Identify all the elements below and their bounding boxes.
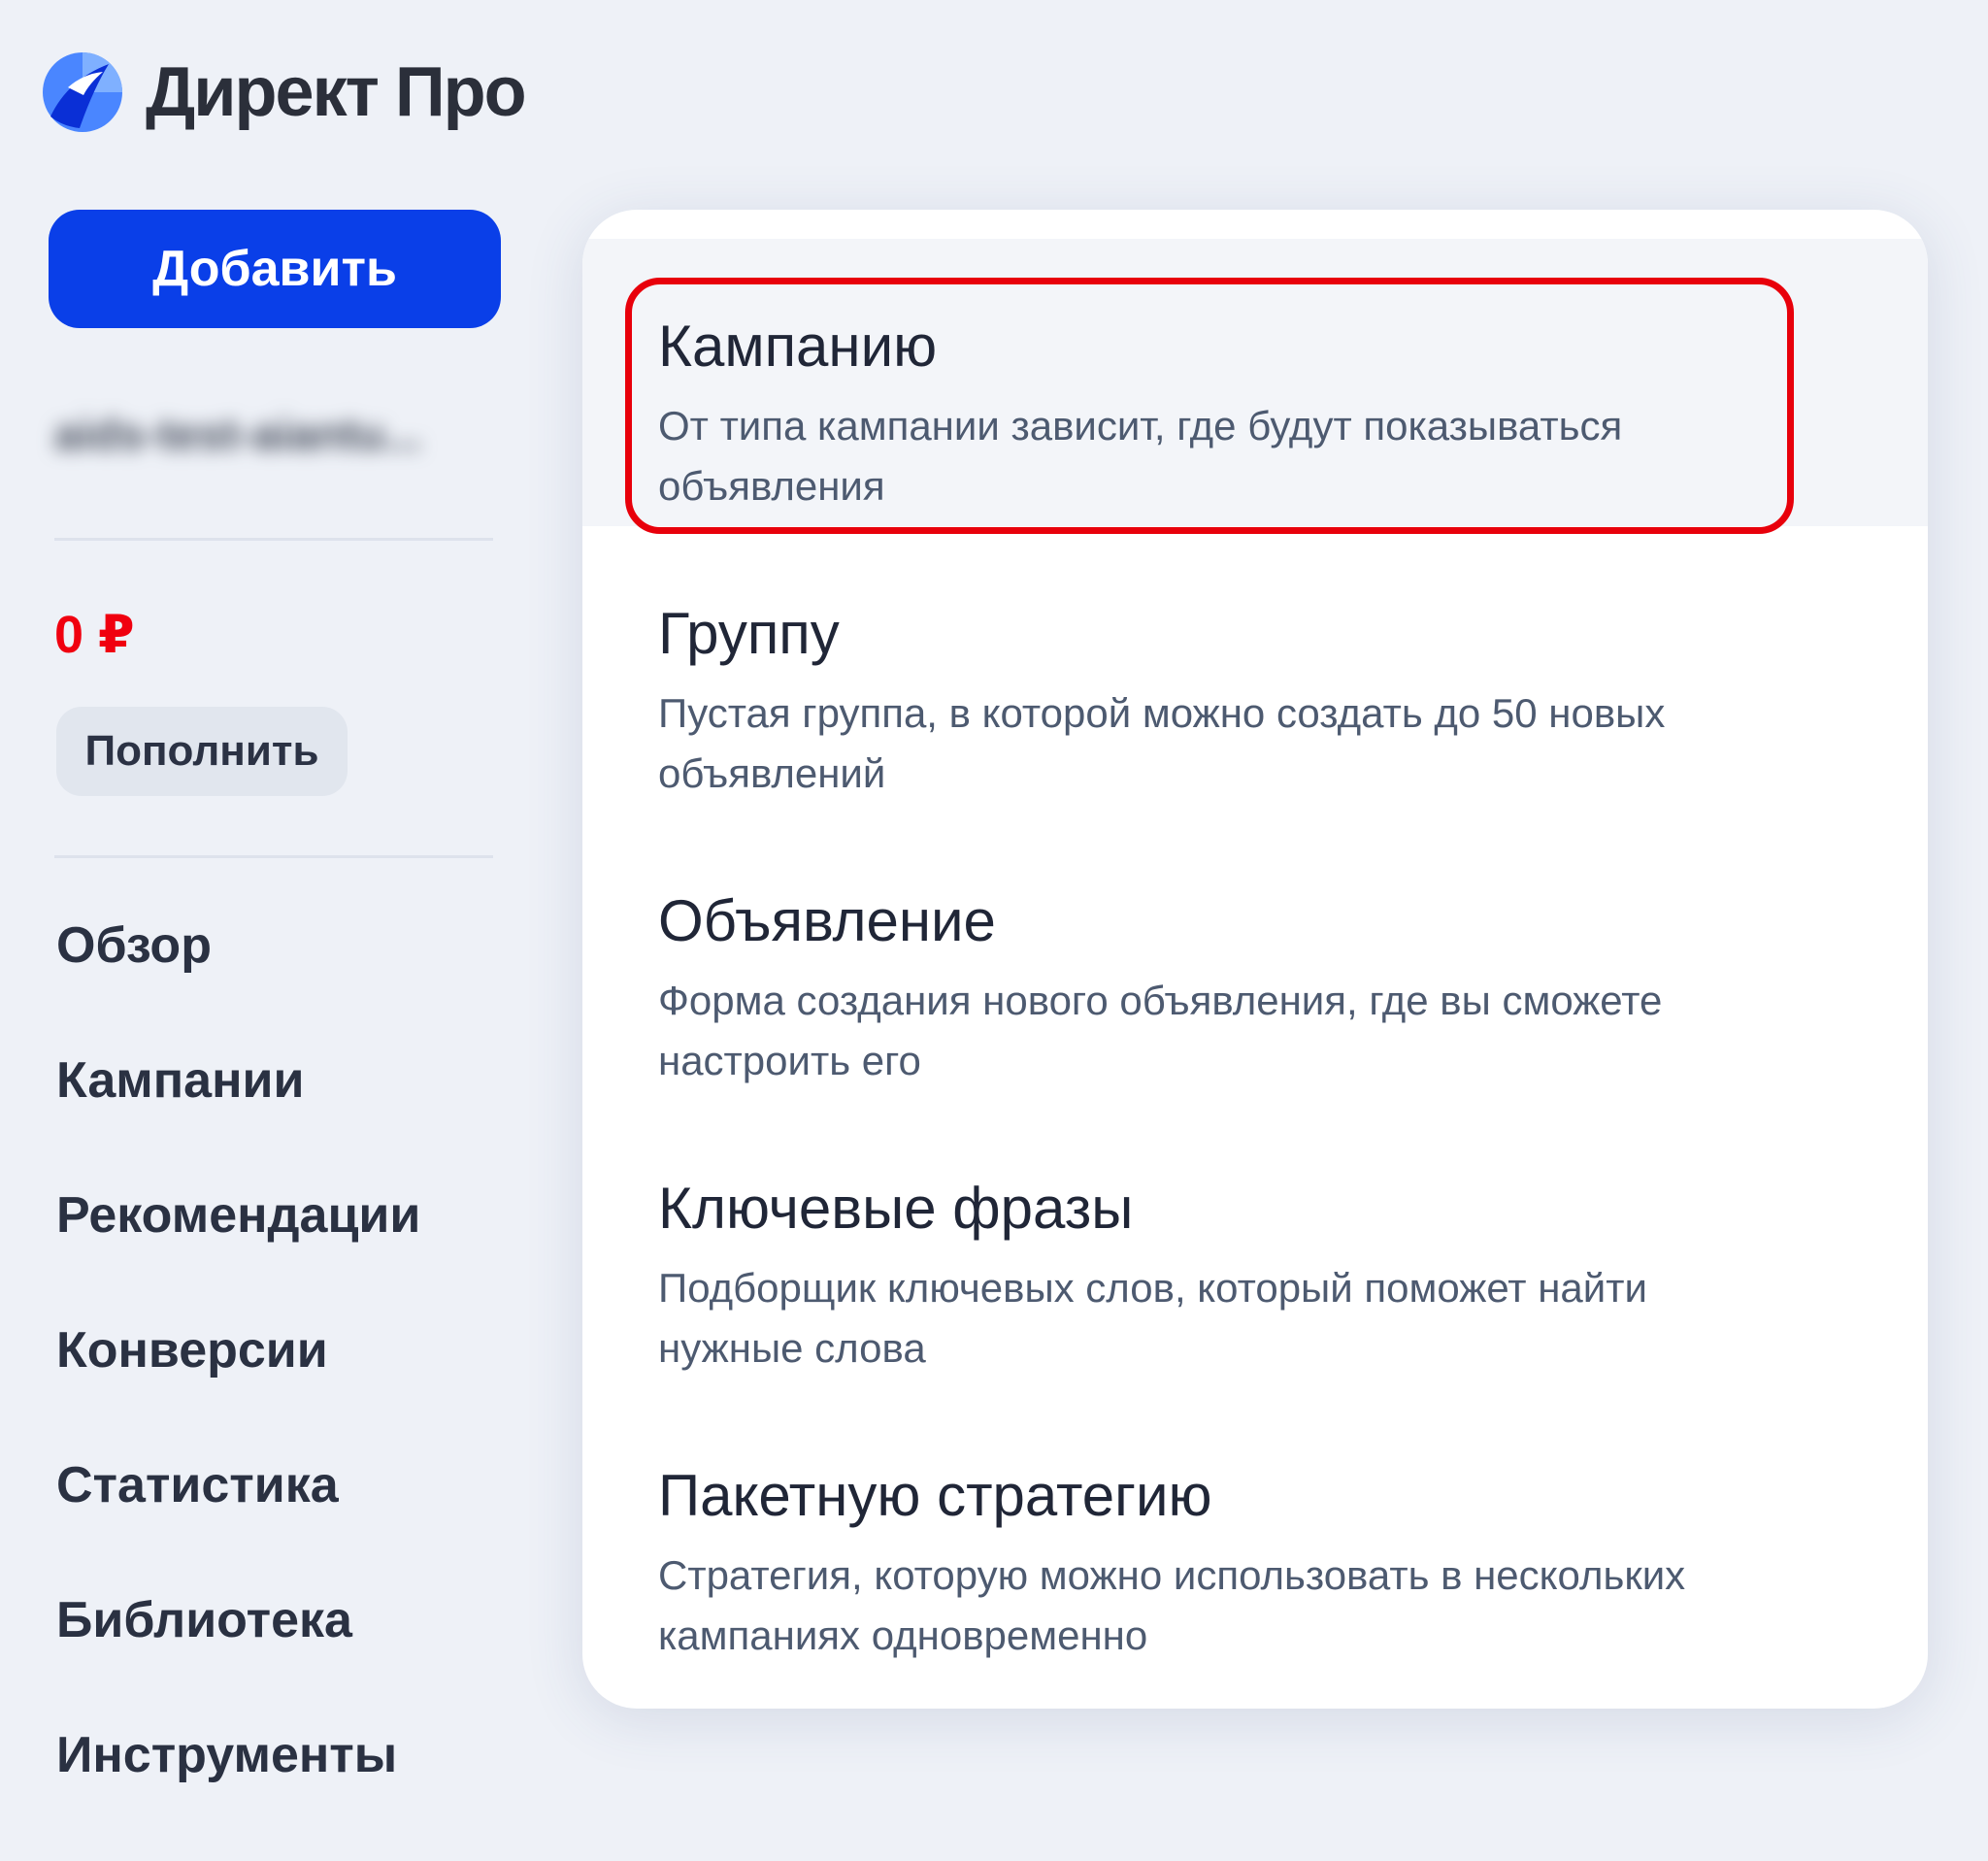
menu-item-title: Пакетную стратегию — [658, 1463, 1212, 1528]
menu-item-keywords[interactable]: Ключевые фразы Подборщик ключевых слов, … — [582, 1101, 1928, 1388]
nav-item-campaigns[interactable]: Кампании — [56, 1051, 420, 1186]
nav-item-library[interactable]: Библиотека — [56, 1591, 420, 1726]
menu-item-campaign[interactable]: Кампанию От типа кампании зависит, где б… — [582, 239, 1928, 534]
brand-name: Директ Про — [146, 53, 527, 131]
nav-item-statistics[interactable]: Статистика — [56, 1456, 420, 1591]
sidebar-divider — [54, 855, 493, 858]
menu-item-description: Пустая группа, в которой можно создать д… — [658, 690, 1666, 796]
menu-item-title: Объявление — [658, 888, 996, 953]
menu-item-title: Группу — [658, 601, 840, 666]
menu-item-description: Подборщик ключевых слов, который поможет… — [658, 1265, 1647, 1371]
sidebar-divider — [54, 538, 493, 541]
add-button[interactable]: Добавить — [49, 210, 501, 328]
menu-item-ad[interactable]: Объявление Форма создания нового объявле… — [582, 814, 1928, 1101]
menu-item-description: Форма создания нового объявления, где вы… — [658, 978, 1663, 1083]
yandex-direct-logo-icon — [43, 52, 122, 132]
brand-logo[interactable]: Директ Про — [41, 50, 527, 134]
nav-item-tools[interactable]: Инструменты — [56, 1726, 420, 1861]
menu-item-title: Ключевые фразы — [658, 1176, 1134, 1241]
add-menu-popup: Кампанию От типа кампании зависит, где б… — [582, 210, 1928, 1709]
menu-item-title: Кампанию — [658, 314, 938, 379]
topup-button[interactable]: Пополнить — [56, 707, 348, 796]
menu-item-description: Стратегия, которую можно использовать в … — [658, 1552, 1686, 1658]
account-name[interactable]: aids-test-aiantu... — [54, 408, 491, 460]
nav-item-recommendations[interactable]: Рекомендации — [56, 1186, 420, 1321]
nav-item-conversions[interactable]: Конверсии — [56, 1321, 420, 1456]
account-balance: 0 ₽ — [54, 606, 135, 664]
nav-item-overview[interactable]: Обзор — [56, 916, 420, 1051]
sidebar-nav: Обзор Кампании Рекомендации Конверсии Ст… — [56, 916, 420, 1861]
menu-item-package-strategy[interactable]: Пакетную стратегию Стратегия, которую мо… — [582, 1388, 1928, 1676]
menu-item-group[interactable]: Группу Пустая группа, в которой можно со… — [582, 526, 1928, 814]
menu-item-description: От типа кампании зависит, где будут пока… — [658, 403, 1623, 509]
